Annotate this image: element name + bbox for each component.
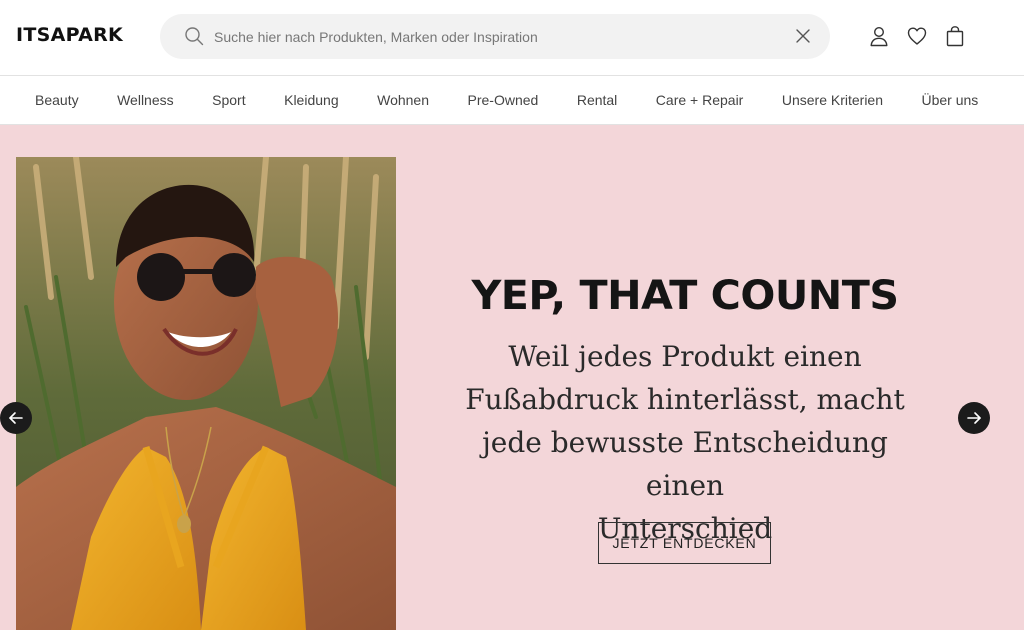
nav-item-sport[interactable]: Sport <box>212 92 245 108</box>
nav-item-rental[interactable]: Rental <box>577 92 617 108</box>
nav-item-wellness[interactable]: Wellness <box>117 92 174 108</box>
shopping-bag-icon[interactable] <box>944 25 966 47</box>
nav-item-ueber-uns[interactable]: Über uns <box>922 92 979 108</box>
arrow-right-icon <box>967 412 981 424</box>
nav-item-kleidung[interactable]: Kleidung <box>284 92 339 108</box>
site-logo[interactable]: ITSAPARK <box>16 24 123 46</box>
hero-headline: YEP, THAT COUNTS <box>471 273 899 319</box>
hero-photo-illustration <box>16 157 396 630</box>
search-icon[interactable] <box>184 26 204 46</box>
hero-subline-line: jede bewusste Entscheidung einen <box>482 426 888 502</box>
nav-item-unsere-kriterien[interactable]: Unsere Kriterien <box>782 92 883 108</box>
account-icon[interactable] <box>868 25 890 47</box>
wishlist-heart-icon[interactable] <box>906 25 928 47</box>
hero-subline-line: Weil jedes Produkt einen <box>508 340 862 373</box>
hero-subline: Weil jedes Produkt einen Fußabdruck hint… <box>440 335 930 550</box>
hero-image[interactable] <box>16 157 396 630</box>
category-nav: Beauty Wellness Sport Kleidung Wohnen Pr… <box>0 75 1024 125</box>
discover-now-button[interactable]: JETZT ENTDECKEN <box>598 522 771 564</box>
category-nav-list: Beauty Wellness Sport Kleidung Wohnen Pr… <box>35 76 1017 124</box>
nav-item-pre-owned[interactable]: Pre-Owned <box>468 92 539 108</box>
close-icon[interactable] <box>794 27 812 45</box>
carousel-next-button[interactable] <box>958 402 990 434</box>
nav-item-care-repair[interactable]: Care + Repair <box>656 92 744 108</box>
hero-subline-line: Fußabdruck hinterlässt, macht <box>465 383 905 416</box>
nav-item-beauty[interactable]: Beauty <box>35 92 79 108</box>
search-input[interactable] <box>214 14 774 59</box>
site-header: ITSAPARK <box>0 0 1024 75</box>
hero-banner: YEP, THAT COUNTS Weil jedes Produkt eine… <box>0 125 1024 630</box>
arrow-left-icon <box>9 412 23 424</box>
search-bar[interactable] <box>160 14 830 59</box>
nav-item-wohnen[interactable]: Wohnen <box>377 92 429 108</box>
carousel-prev-button[interactable] <box>0 402 32 434</box>
